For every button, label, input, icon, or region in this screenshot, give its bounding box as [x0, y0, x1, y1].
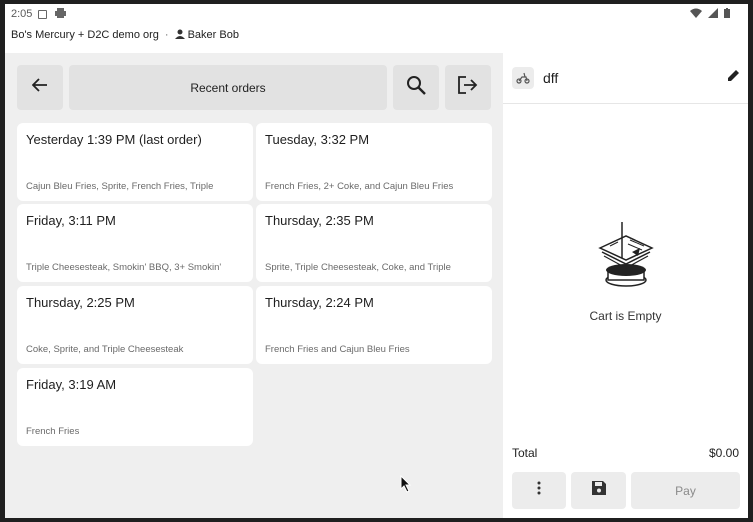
search-icon: [406, 75, 426, 100]
order-card[interactable]: Tuesday, 3:32 PM French Fries, 2+ Coke, …: [256, 123, 492, 201]
save-icon: [591, 481, 606, 500]
order-card[interactable]: Friday, 3:11 PM Triple Cheesesteak, Smok…: [17, 204, 253, 282]
order-title: Friday, 3:11 PM: [26, 213, 116, 228]
empty-cart-label: Cart is Empty: [589, 309, 662, 323]
order-title: Tuesday, 3:32 PM: [265, 132, 370, 147]
order-items: Sprite, Triple Cheesesteak, Coke, and Tr…: [265, 262, 451, 273]
search-button[interactable]: [393, 65, 439, 110]
order-items: Triple Cheesesteak, Smokin' BBQ, 3+ Smok…: [26, 262, 222, 273]
back-button[interactable]: [17, 65, 63, 110]
person-icon: [174, 29, 185, 42]
recent-orders-title: Recent orders: [69, 65, 387, 110]
order-title: Thursday, 2:25 PM: [26, 295, 135, 310]
user-name: Baker Bob: [187, 29, 239, 41]
empty-cart: Cart is Empty: [503, 218, 748, 323]
wifi-icon: [690, 8, 702, 21]
exit-button[interactable]: [445, 65, 491, 110]
status-time: 2:05: [11, 8, 33, 20]
print-icon: [55, 7, 67, 21]
org-header: Bo's Mercury + D2C demo org · Baker Bob: [11, 26, 239, 44]
total-label: Total: [512, 446, 538, 460]
order-items: French Fries: [26, 426, 80, 437]
more-vertical-icon: [537, 481, 541, 500]
status-bar: 2:05: [5, 4, 748, 24]
logout-icon: [458, 76, 478, 99]
signal-icon: [708, 7, 718, 21]
cart-actions: Pay: [512, 472, 740, 509]
order-items: Coke, Sprite, and Triple Cheesesteak: [26, 344, 184, 355]
empty-cart-illustration: [586, 222, 666, 302]
order-items: French Fries, 2+ Coke, and Cajun Bleu Fr…: [265, 181, 454, 192]
order-card[interactable]: Yesterday 1:39 PM (last order) Cajun Ble…: [17, 123, 253, 201]
more-button[interactable]: [512, 472, 566, 509]
app-window: 2:05 Bo's Mercury + D2C demo org · Baker…: [5, 4, 748, 518]
arrow-left-icon: [31, 78, 48, 97]
order-card[interactable]: Thursday, 2:25 PM Coke, Sprite, and Trip…: [17, 286, 253, 364]
order-items: Cajun Bleu Fries, Sprite, French Fries, …: [26, 181, 214, 192]
pencil-icon[interactable]: [727, 69, 740, 87]
order-card[interactable]: Friday, 3:19 AM French Fries: [17, 368, 253, 446]
order-title: Friday, 3:19 AM: [26, 377, 117, 392]
save-button[interactable]: [571, 472, 626, 509]
mouse-cursor-icon: [400, 474, 412, 498]
current-user[interactable]: Baker Bob: [174, 29, 239, 42]
order-card[interactable]: Thursday, 2:35 PM Sprite, Triple Cheeses…: [256, 204, 492, 282]
pay-button[interactable]: Pay: [631, 472, 740, 509]
total-row: Total $0.00: [512, 446, 739, 460]
customer-name: dff: [543, 70, 559, 86]
order-title: Yesterday 1:39 PM (last order): [26, 132, 202, 147]
total-value: $0.00: [708, 446, 739, 460]
separator: ·: [164, 29, 169, 41]
notification-icon: [38, 9, 48, 19]
scooter-icon: [512, 67, 534, 89]
battery-icon: [724, 7, 730, 21]
order-title: Thursday, 2:24 PM: [265, 295, 374, 310]
cart-pane: dff Cart is Empty Total $0.00 Pay: [503, 53, 748, 518]
order-title: Thursday, 2:35 PM: [265, 213, 374, 228]
orders-toolbar: Recent orders: [17, 65, 491, 110]
divider: [503, 103, 748, 104]
org-name: Bo's Mercury + D2C demo org: [11, 29, 159, 41]
order-items: French Fries and Cajun Bleu Fries: [265, 344, 410, 355]
orders-pane: Recent orders Yesterday 1:39 PM (last or…: [5, 53, 503, 518]
customer-row[interactable]: dff: [512, 65, 748, 91]
order-card[interactable]: Thursday, 2:24 PM French Fries and Cajun…: [256, 286, 492, 364]
